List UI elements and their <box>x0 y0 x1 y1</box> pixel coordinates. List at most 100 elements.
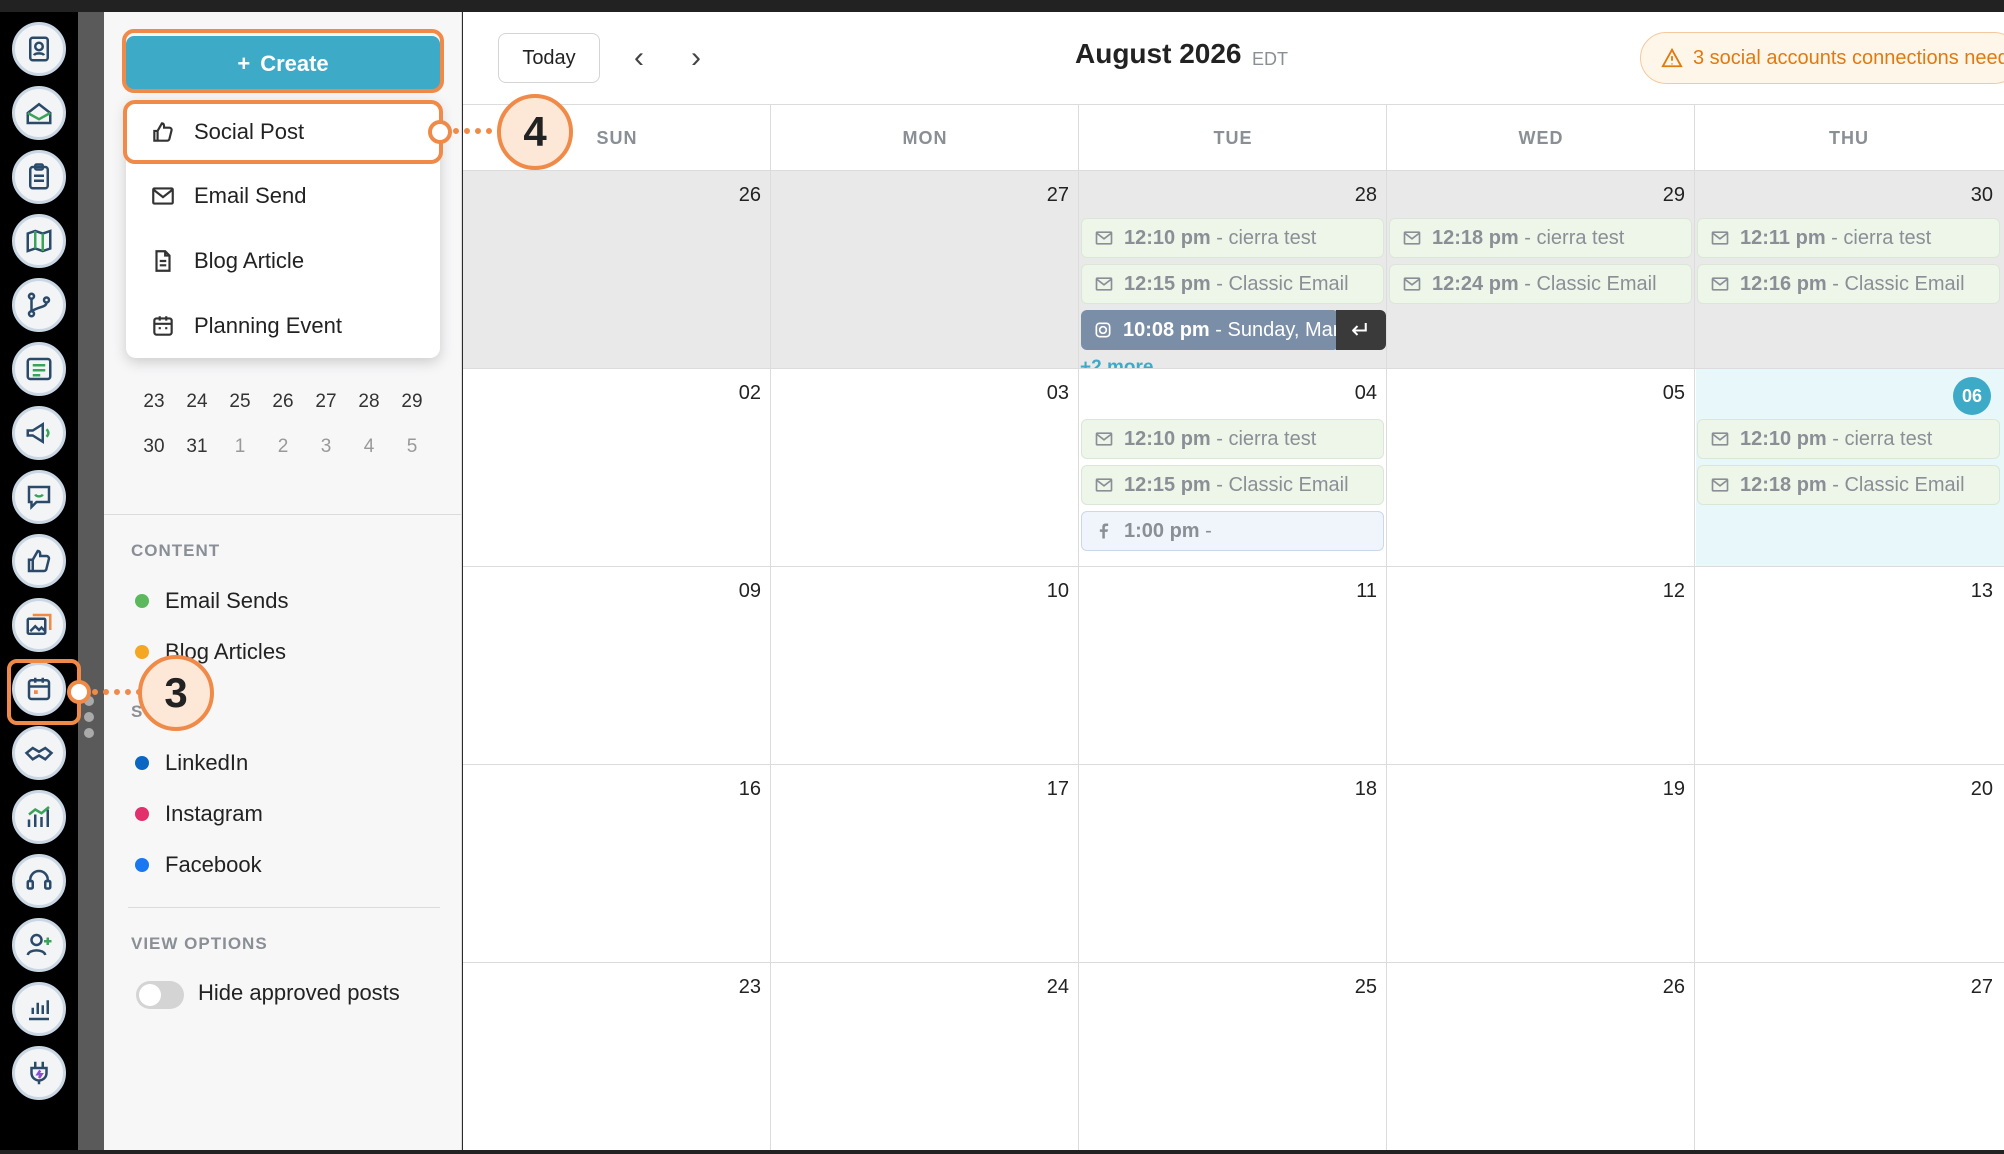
gallery-icon[interactable] <box>12 598 66 652</box>
calendar-event[interactable]: 12:10 pm - cierra test <box>1697 419 2000 459</box>
day-number[interactable]: 30 <box>1933 184 1993 207</box>
list-icon[interactable] <box>12 342 66 396</box>
support-icon[interactable] <box>12 854 66 908</box>
event-time: 12:10 pm <box>1124 427 1211 450</box>
mini-day[interactable]: 26 <box>263 391 303 413</box>
mini-day[interactable]: 28 <box>349 391 389 413</box>
weekday-header: MON <box>902 128 948 148</box>
hide-approved-toggle[interactable] <box>136 981 184 1009</box>
integrations-plug-icon[interactable] <box>12 1046 66 1100</box>
alert-text: 3 social accounts connections need <box>1693 46 2004 69</box>
handshake-icon[interactable] <box>12 726 66 780</box>
return-icon[interactable]: ↵ <box>1336 310 1386 350</box>
day-number[interactable]: 25 <box>1317 976 1377 999</box>
grid-line <box>770 105 771 1150</box>
menu-item-label: Planning Event <box>194 313 342 338</box>
mini-day[interactable]: 5 <box>392 436 432 458</box>
calendar-event[interactable]: 12:15 pm - Classic Email <box>1081 465 1384 505</box>
reports-icon[interactable] <box>12 982 66 1036</box>
filter-email-sends[interactable]: Email Sends <box>135 588 289 614</box>
mini-day[interactable]: 30 <box>134 436 174 458</box>
envelope-icon <box>1711 432 1729 446</box>
feedback-icon[interactable] <box>12 470 66 524</box>
day-number[interactable]: 17 <box>1009 778 1069 801</box>
day-number[interactable]: 23 <box>701 976 761 999</box>
day-number[interactable]: 28 <box>1317 184 1377 207</box>
calendar-event[interactable]: 12:10 pm - cierra test <box>1081 419 1384 459</box>
day-number[interactable]: 03 <box>1009 382 1069 405</box>
filter-label: Facebook <box>165 852 262 877</box>
day-number[interactable]: 09 <box>701 580 761 603</box>
mini-day[interactable]: 23 <box>134 391 174 413</box>
top-strip <box>0 0 2004 12</box>
map-icon[interactable] <box>12 214 66 268</box>
calendar-event[interactable]: 12:11 pm - cierra test <box>1697 218 2000 258</box>
calendar-event-facebook[interactable]: 1:00 pm - <box>1081 511 1384 551</box>
day-number[interactable]: 02 <box>701 382 761 405</box>
filter-facebook[interactable]: Facebook <box>135 852 262 878</box>
mini-day[interactable]: 31 <box>177 436 217 458</box>
event-time: 12:16 pm <box>1740 272 1827 295</box>
analytics-icon[interactable] <box>12 790 66 844</box>
event-time: 12:18 pm <box>1432 226 1519 249</box>
event-time: 1:00 pm <box>1124 519 1200 542</box>
megaphone-icon[interactable] <box>12 406 66 460</box>
calendar-event[interactable]: 12:10 pm - cierra test <box>1081 218 1384 258</box>
mini-day[interactable]: 27 <box>306 391 346 413</box>
event-title: - Classic Email <box>1518 272 1657 295</box>
menu-item-email-send[interactable]: Email Send <box>126 166 440 226</box>
filter-instagram[interactable]: Instagram <box>135 801 263 827</box>
prev-month-chevron-icon[interactable]: ‹ <box>619 38 659 78</box>
day-number[interactable]: 19 <box>1625 778 1685 801</box>
callout-anchor <box>428 120 452 144</box>
mini-day[interactable]: 25 <box>220 391 260 413</box>
day-number[interactable]: 29 <box>1625 184 1685 207</box>
clipboard-icon[interactable] <box>12 150 66 204</box>
connection-alert-banner[interactable]: 3 social accounts connections need <box>1640 32 2004 84</box>
inbox-icon[interactable] <box>12 86 66 140</box>
calendar-event[interactable]: 12:24 pm - Classic Email <box>1389 264 1692 304</box>
event-time: 12:11 pm <box>1740 226 1826 249</box>
day-number[interactable]: 04 <box>1317 382 1377 405</box>
day-number[interactable]: 20 <box>1933 778 1993 801</box>
menu-item-planning-event[interactable]: Planning Event <box>126 296 440 356</box>
day-number[interactable]: 26 <box>701 184 761 207</box>
day-number[interactable]: 26 <box>1625 976 1685 999</box>
envelope-icon <box>1711 231 1729 245</box>
view-options-heading: VIEW OPTIONS <box>131 934 268 953</box>
calendar-event[interactable]: 12:16 pm - Classic Email <box>1697 264 2000 304</box>
day-number[interactable]: 12 <box>1625 580 1685 603</box>
mini-day[interactable]: 3 <box>306 436 346 458</box>
day-number[interactable]: 13 <box>1933 580 1993 603</box>
thumbs-up-icon[interactable] <box>12 534 66 588</box>
day-number[interactable]: 27 <box>1009 184 1069 207</box>
next-month-chevron-icon[interactable]: › <box>676 38 716 78</box>
more-events-link[interactable]: +2 more <box>1080 355 1153 368</box>
event-title: - Classic Email <box>1826 473 1965 496</box>
day-number[interactable]: 18 <box>1317 778 1377 801</box>
day-number[interactable]: 10 <box>1009 580 1069 603</box>
event-title: - cierra test <box>1518 226 1625 249</box>
day-number[interactable]: 24 <box>1009 976 1069 999</box>
day-number[interactable]: 05 <box>1625 382 1685 405</box>
mini-day[interactable]: 2 <box>263 436 303 458</box>
calendar-event-instagram[interactable]: 10:08 pm - Sunday, Marc <box>1081 310 1339 350</box>
today-button[interactable]: Today <box>498 33 600 83</box>
envelope-icon <box>1403 231 1421 245</box>
day-number[interactable]: 11 <box>1317 580 1377 603</box>
filter-linkedin[interactable]: LinkedIn <box>135 750 248 776</box>
menu-item-blog-article[interactable]: Blog Article <box>126 231 440 291</box>
add-user-icon[interactable] <box>12 918 66 972</box>
branch-icon[interactable] <box>12 278 66 332</box>
mini-day[interactable]: 29 <box>392 391 432 413</box>
mini-day[interactable]: 4 <box>349 436 389 458</box>
calendar-event[interactable]: 12:15 pm - Classic Email <box>1081 264 1384 304</box>
day-number[interactable]: 16 <box>701 778 761 801</box>
day-number[interactable]: 27 <box>1933 976 1993 999</box>
mini-day[interactable]: 1 <box>220 436 260 458</box>
calendar-event[interactable]: 12:18 pm - cierra test <box>1389 218 1692 258</box>
contacts-icon[interactable] <box>12 22 66 76</box>
today-day-badge[interactable]: 06 <box>1953 377 1991 415</box>
calendar-event[interactable]: 12:18 pm - Classic Email <box>1697 465 2000 505</box>
mini-day[interactable]: 24 <box>177 391 217 413</box>
